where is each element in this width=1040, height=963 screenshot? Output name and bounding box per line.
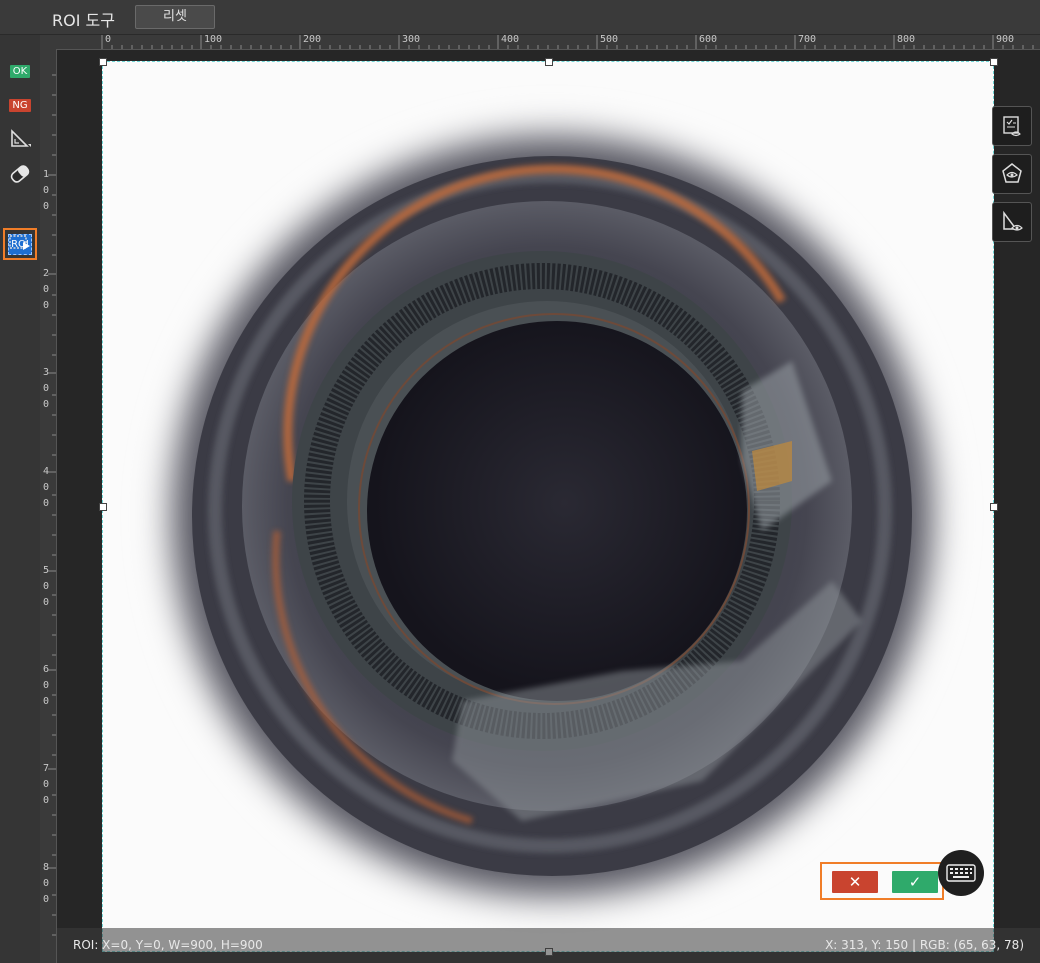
vertical-ruler-label: 200 [42, 268, 50, 311]
ng-tool[interactable]: NG [8, 93, 32, 117]
roi-handle-right[interactable] [990, 503, 998, 511]
vertical-ruler-label: 600 [42, 664, 50, 707]
checklist-view-button[interactable] [992, 106, 1032, 146]
roi-handle-left[interactable] [99, 503, 107, 511]
vertical-ruler-label: 100 [42, 169, 50, 212]
horizontal-ruler-label: 800 [897, 34, 916, 45]
ruler-view-button[interactable] [992, 202, 1032, 242]
roi-handle-top-right[interactable] [990, 58, 998, 66]
left-toolbar: OK NG ROI [0, 35, 41, 963]
horizontal-ruler-label: 100 [204, 34, 223, 45]
ruler-eye-icon [1003, 210, 1023, 231]
horizontal-ruler-label: 700 [798, 34, 817, 45]
ruler-triangle-icon [11, 129, 31, 147]
vertical-ruler-label: 500 [42, 565, 50, 608]
roi-info-text: ROI: X=0, Y=0, W=900, H=900 [73, 938, 263, 952]
top-bar: ROI 도구 리셋 [0, 0, 1040, 35]
roi-play-icon [9, 235, 30, 250]
horizontal-ruler-label: 0 [105, 34, 112, 45]
roi-action-group: ✕ ✓ [820, 862, 944, 900]
polygon-view-button[interactable] [992, 154, 1032, 194]
ok-tool[interactable]: OK [8, 59, 32, 83]
keyboard-icon [946, 864, 976, 882]
ruler-tool[interactable] [8, 127, 32, 151]
vertical-ruler: 100 200 300 400 500 600 700 800 [40, 35, 57, 963]
cursor-info-text: X: 313, Y: 150 | RGB: (65, 63, 78) [825, 938, 1024, 952]
horizontal-ruler-label: 500 [600, 34, 619, 45]
eraser-tool[interactable] [8, 162, 32, 186]
inspection-image[interactable] [102, 61, 994, 952]
horizontal-ruler-label: 400 [501, 34, 520, 45]
cancel-button[interactable]: ✕ [832, 871, 878, 893]
vertical-ruler-label: 300 [42, 367, 50, 410]
confirm-button[interactable]: ✓ [892, 871, 938, 893]
ng-tag: NG [9, 98, 31, 112]
vertical-ruler-label: 800 [42, 862, 50, 905]
vertical-ruler-label: 400 [42, 466, 50, 509]
status-bar: ROI: X=0, Y=0, W=900, H=900 X: 313, Y: 1… [57, 928, 1040, 963]
checklist-eye-icon [1003, 116, 1021, 137]
reset-button[interactable]: 리셋 [135, 5, 215, 29]
roi-handle-top[interactable] [545, 58, 553, 66]
eraser-icon [10, 165, 30, 183]
page-title: ROI 도구 [52, 11, 115, 30]
keyboard-button[interactable] [938, 850, 984, 896]
ok-tag: OK [9, 64, 31, 78]
horizontal-ruler-label: 200 [303, 34, 322, 45]
bottle-mouth-image [147, 111, 957, 921]
horizontal-ruler: 0 100 200 300 400 500 600 700 800 900 [56, 34, 1040, 50]
roi-handle-top-left[interactable] [99, 58, 107, 66]
horizontal-ruler-label: 600 [699, 34, 718, 45]
vertical-ruler-label: 700 [42, 763, 50, 806]
horizontal-ruler-label: 900 [996, 34, 1015, 45]
horizontal-ruler-label: 300 [402, 34, 421, 45]
roi-play-tool[interactable] [8, 231, 32, 255]
pentagon-eye-icon [1002, 163, 1022, 183]
